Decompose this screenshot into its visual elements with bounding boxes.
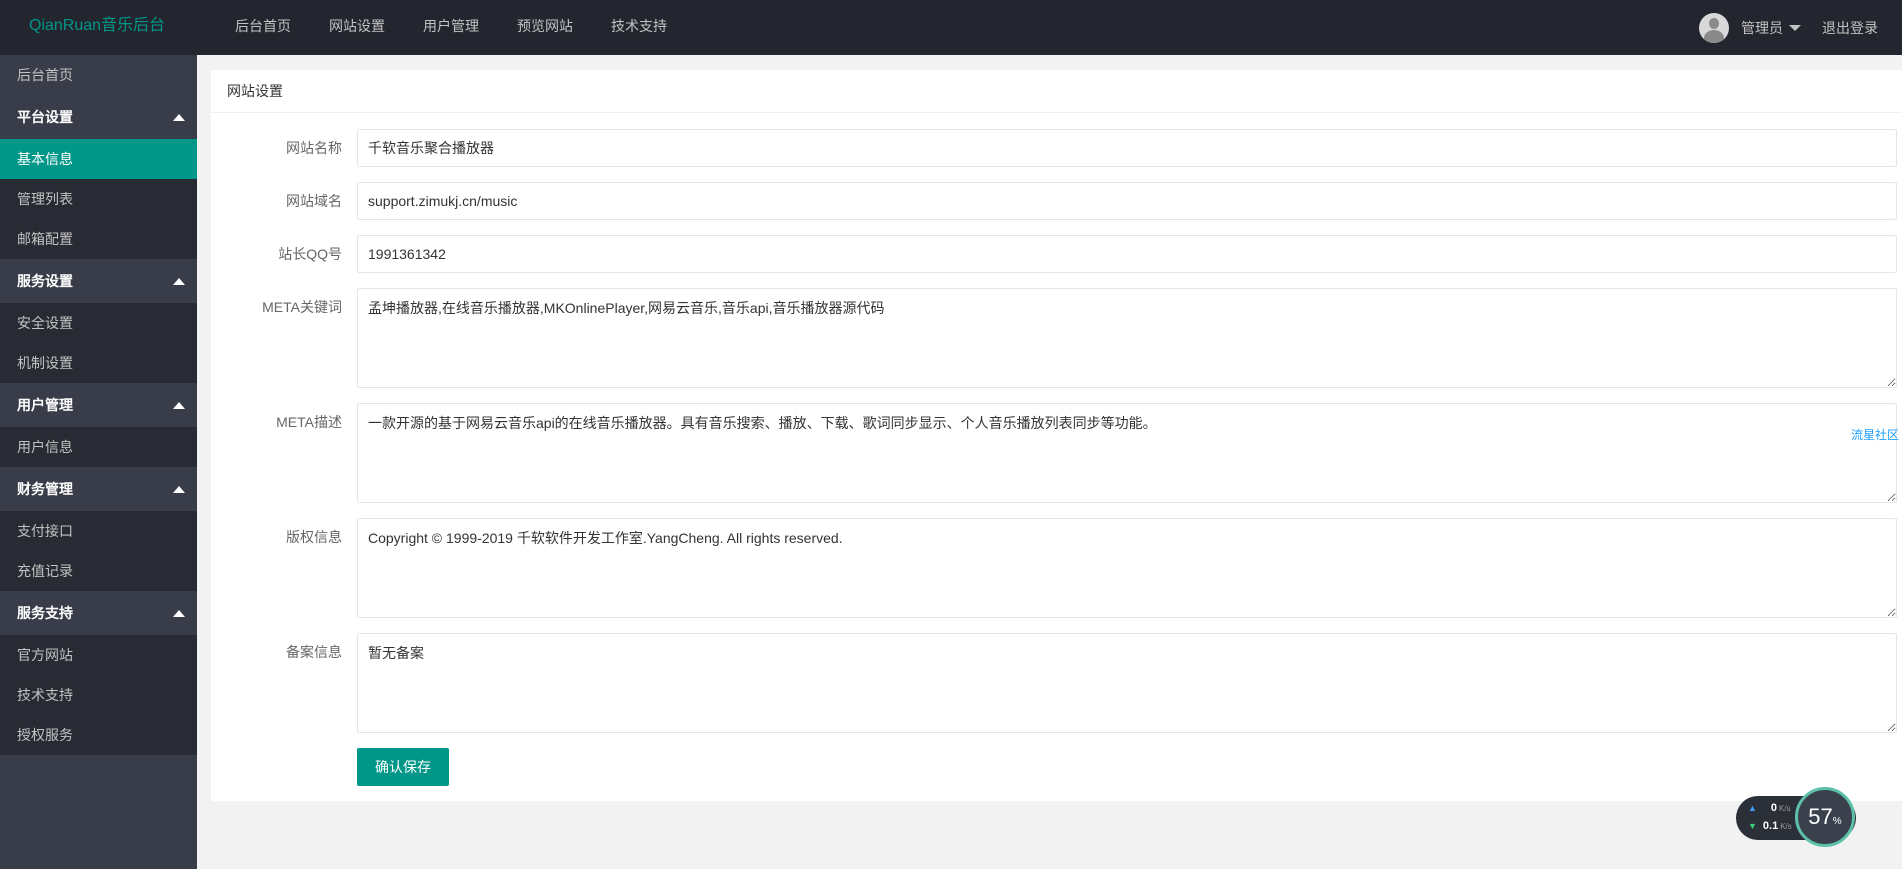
sidebar-item-payment-api[interactable]: 支付接口 bbox=[0, 511, 197, 551]
top-header: QianRuan音乐后台 后台首页 网站设置 用户管理 预览网站 技术支持 管理… bbox=[0, 0, 1902, 55]
upload-speed: ▲ 0 K/s bbox=[1748, 802, 1791, 814]
save-button[interactable]: 确认保存 bbox=[357, 748, 449, 786]
icp-label: 备案信息 bbox=[286, 644, 342, 660]
gauge-value: 57 bbox=[1808, 804, 1833, 829]
site-domain-label: 网站域名 bbox=[286, 193, 342, 209]
community-link[interactable]: 流星社区 bbox=[1851, 426, 1902, 443]
admin-qq-input[interactable] bbox=[357, 235, 1897, 273]
memory-gauge[interactable]: 57% bbox=[1795, 787, 1855, 847]
arrow-down-icon: ▼ bbox=[1748, 821, 1757, 831]
nav-tech-support[interactable]: 技术支持 bbox=[592, 0, 686, 55]
settings-card: 网站设置 网站名称 网站域名 站长QQ号 META关键词 META描述 版权信息… bbox=[211, 70, 1902, 801]
download-speed: ▼ 0.1 K/s bbox=[1748, 820, 1792, 832]
sidebar-group-platform-settings[interactable]: 平台设置 bbox=[0, 95, 197, 139]
sidebar-group-label: 服务支持 bbox=[17, 605, 73, 621]
sidebar-item-basic-info[interactable]: 基本信息 bbox=[0, 139, 197, 179]
user-name: 管理员 bbox=[1741, 19, 1783, 36]
chevron-up-icon bbox=[173, 278, 185, 285]
chevron-up-icon bbox=[173, 402, 185, 409]
nav-preview-site[interactable]: 预览网站 bbox=[498, 0, 592, 55]
meta-description-textarea[interactable] bbox=[357, 403, 1897, 503]
sidebar-group-label: 服务设置 bbox=[17, 273, 73, 289]
app-logo[interactable]: QianRuan音乐后台 bbox=[29, 0, 165, 55]
sidebar-group-user-management[interactable]: 用户管理 bbox=[0, 383, 197, 427]
user-area: 管理员 退出登录 bbox=[1699, 0, 1902, 55]
logout-link[interactable]: 退出登录 bbox=[1822, 18, 1878, 38]
sidebar-item-license-service[interactable]: 授权服务 bbox=[0, 715, 197, 755]
sidebar-group-label: 平台设置 bbox=[17, 109, 73, 125]
sidebar-group-finance[interactable]: 财务管理 bbox=[0, 467, 197, 511]
icp-textarea[interactable] bbox=[357, 633, 1897, 733]
meta-keywords-textarea[interactable] bbox=[357, 288, 1897, 388]
sidebar: 后台首页 平台设置 基本信息 管理列表 邮箱配置 服务设置 安全设置 机制设置 … bbox=[0, 55, 197, 869]
site-name-input[interactable] bbox=[357, 129, 1897, 167]
sidebar-item-email-config[interactable]: 邮箱配置 bbox=[0, 219, 197, 259]
card-title: 网站设置 bbox=[211, 70, 1902, 113]
sidebar-item-mechanism-settings[interactable]: 机制设置 bbox=[0, 343, 197, 383]
sidebar-group-label: 用户管理 bbox=[17, 397, 73, 413]
meta-keywords-label: META关键词 bbox=[262, 299, 342, 315]
sidebar-item-official-site[interactable]: 官方网站 bbox=[0, 635, 197, 675]
download-unit: K/s bbox=[1780, 822, 1792, 831]
upload-value: 0 bbox=[1770, 802, 1778, 814]
site-domain-input[interactable] bbox=[357, 182, 1897, 220]
chevron-down-icon bbox=[1789, 24, 1801, 31]
sidebar-group-label: 财务管理 bbox=[17, 481, 73, 497]
gauge-percent-sign: % bbox=[1832, 815, 1842, 827]
sidebar-item-recharge-records[interactable]: 充值记录 bbox=[0, 551, 197, 591]
sidebar-item-user-info[interactable]: 用户信息 bbox=[0, 427, 197, 467]
meta-description-label: META描述 bbox=[276, 414, 342, 430]
user-menu[interactable]: 管理员 bbox=[1741, 18, 1822, 38]
sidebar-item-security-settings[interactable]: 安全设置 bbox=[0, 303, 197, 343]
avatar[interactable] bbox=[1699, 12, 1729, 43]
arrow-up-icon: ▲ bbox=[1748, 803, 1757, 813]
sidebar-group-service-settings[interactable]: 服务设置 bbox=[0, 259, 197, 303]
chevron-up-icon bbox=[173, 486, 185, 493]
top-nav: 后台首页 网站设置 用户管理 预览网站 技术支持 bbox=[216, 0, 686, 55]
chevron-up-icon bbox=[173, 610, 185, 617]
sidebar-group-service-support[interactable]: 服务支持 bbox=[0, 591, 197, 635]
nav-user-management[interactable]: 用户管理 bbox=[404, 0, 498, 55]
copyright-label: 版权信息 bbox=[286, 529, 342, 545]
sidebar-item-home[interactable]: 后台首页 bbox=[0, 55, 197, 95]
admin-qq-label: 站长QQ号 bbox=[278, 246, 342, 262]
site-name-label: 网站名称 bbox=[286, 140, 342, 156]
upload-unit: K/s bbox=[1779, 804, 1791, 813]
sidebar-item-admin-list[interactable]: 管理列表 bbox=[0, 179, 197, 219]
download-value: 0.1 bbox=[1762, 820, 1779, 832]
copyright-textarea[interactable] bbox=[357, 518, 1897, 618]
sidebar-item-tech-support[interactable]: 技术支持 bbox=[0, 675, 197, 715]
nav-site-settings[interactable]: 网站设置 bbox=[310, 0, 404, 55]
nav-home[interactable]: 后台首页 bbox=[216, 0, 310, 55]
chevron-up-icon bbox=[173, 114, 185, 121]
